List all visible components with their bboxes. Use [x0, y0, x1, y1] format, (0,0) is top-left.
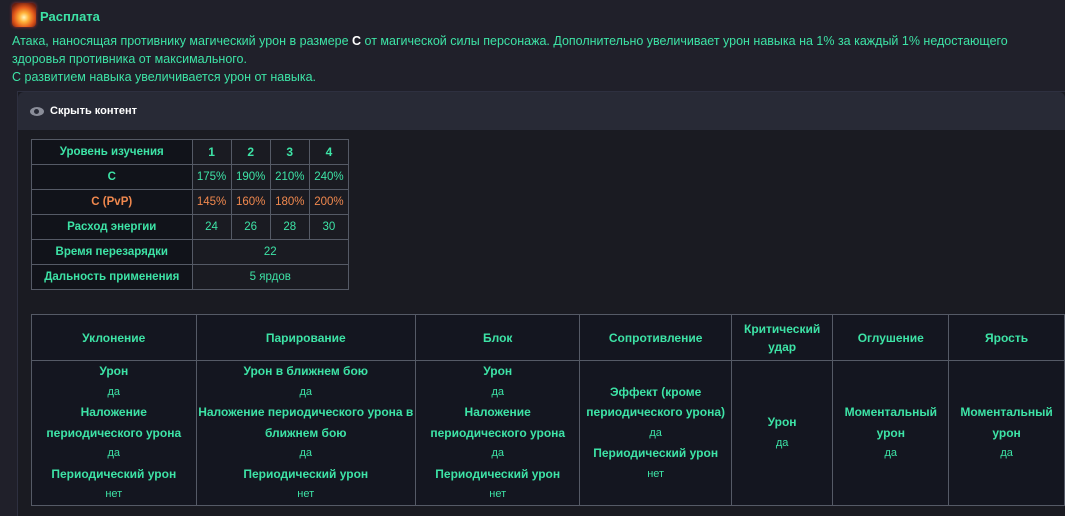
skill-title: Расплата [40, 8, 100, 24]
effect-header: Критический удар [730, 314, 834, 361]
skill-header: Расплата [12, 3, 100, 27]
effect-value: да [107, 385, 121, 398]
effect-cell: Моментальный урон да [948, 360, 1065, 506]
effect-label: Периодический урон [435, 466, 561, 481]
effect-value: да [775, 436, 789, 449]
effect-label: Эффект (кроме периодического урона) [586, 384, 726, 420]
effect-header: Парирование [195, 314, 416, 361]
content-spoiler: Скрыть контент Уровень изучения 1 2 3 4 … [17, 91, 1065, 516]
effect-cell: Урон да Наложение периодического урона д… [414, 360, 581, 506]
pvp-value: 145% [191, 189, 232, 215]
c-value: 210% [269, 164, 310, 190]
c-label: С [31, 164, 193, 190]
effect-value: нет [647, 467, 665, 480]
table-row: Уровень изучения 1 2 3 4 [31, 139, 350, 165]
effect-label: Периодический урон [51, 466, 177, 481]
effect-label: Урон [483, 364, 513, 378]
effect-label: Урон [99, 364, 129, 378]
table-row: Дальность применения 5 ярдов [31, 264, 349, 290]
effect-value: да [1000, 447, 1013, 459]
effect-header: Ярость [948, 314, 1065, 361]
level-cell: 1 [191, 139, 232, 165]
energy-label: Расход энергии [31, 214, 193, 240]
hide-content-toggle[interactable]: Скрыть контент [18, 92, 1065, 130]
level-cell: 4 [308, 139, 350, 165]
energy-value: 28 [269, 214, 310, 240]
effect-value: да [107, 447, 121, 459]
formula-var: С [352, 34, 362, 48]
c-value: 175% [191, 164, 232, 190]
skill-icon [12, 3, 36, 27]
effect-header: Блок [414, 314, 581, 361]
effect-value: да [299, 385, 313, 398]
level-header-label: Уровень изучения [31, 139, 193, 165]
effect-label: Моментальный урон [960, 405, 1053, 440]
cooldown-label: Время перезарядки [31, 239, 193, 265]
effect-header: Сопротивление [579, 314, 732, 361]
spoiler-label: Скрыть контент [50, 105, 138, 117]
level-cell: 2 [230, 139, 271, 165]
c-value: 190% [230, 164, 271, 190]
effect-label: Наложение периодического урона [46, 405, 182, 440]
effect-cell: Урон да Наложение периодического урона д… [31, 360, 197, 506]
skill-description: Атака, наносящая противнику магический у… [12, 32, 1057, 86]
table-row: Расход энергии 24 26 28 30 [31, 214, 350, 240]
pvp-value: 180% [269, 189, 310, 215]
table-row: С (PvP) 145% 160% 180% 200% [31, 189, 350, 215]
effect-value: нет [489, 488, 507, 500]
effect-label: Наложение периодического урона в ближнем… [198, 405, 414, 440]
effects-header-row: Уклонение Парирование Блок Сопротивление… [31, 314, 1065, 361]
level-cell: 3 [269, 139, 310, 165]
effect-label: Урон [767, 415, 797, 430]
effect-value: да [649, 426, 662, 439]
levels-table: Уровень изучения 1 2 3 4 С 175% 190% 210… [31, 139, 350, 290]
effect-value: да [884, 447, 898, 459]
range-value: 5 ярдов [191, 264, 349, 290]
effect-label: Урон в ближнем бою [243, 364, 369, 378]
pvp-value: 200% [308, 189, 350, 215]
table-row: С 175% 190% 210% 240% [31, 164, 350, 190]
effect-cell: Моментальный урон да [832, 360, 950, 506]
c-value: 240% [308, 164, 350, 190]
energy-value: 24 [191, 214, 232, 240]
effect-cell: Урон в ближнем бою да Наложение периодич… [195, 360, 416, 506]
cooldown-value: 22 [191, 239, 349, 265]
pvp-label: С (PvP) [31, 189, 193, 215]
table-row: Время перезарядки 22 [31, 239, 349, 265]
effect-value: да [491, 447, 504, 459]
description-line-2: С развитием навыка увеличивается урон от… [12, 70, 317, 84]
effect-label: Периодический урон [593, 446, 719, 460]
effect-header: Уклонение [31, 314, 197, 361]
effect-value: да [491, 385, 504, 398]
effect-value: да [299, 447, 313, 459]
effect-label: Периодический урон [243, 466, 369, 481]
pvp-value: 160% [230, 189, 271, 215]
effect-label: Моментальный урон [844, 405, 937, 440]
effects-table: Уклонение Парирование Блок Сопротивление… [31, 314, 1065, 506]
effect-label: Наложение периодического урона [430, 405, 566, 440]
description-line-1: Атака, наносящая противнику магический у… [12, 34, 1008, 66]
effect-header: Оглушение [832, 314, 950, 361]
range-label: Дальность применения [31, 264, 193, 290]
effect-value: нет [297, 488, 315, 500]
effects-body-row: Урон да Наложение периодического урона д… [31, 360, 1065, 506]
energy-value: 30 [308, 214, 350, 240]
energy-value: 26 [230, 214, 271, 240]
effect-value: нет [105, 488, 123, 500]
eye-icon [30, 106, 44, 116]
effect-cell: Урон да [730, 360, 834, 506]
effect-cell: Эффект (кроме периодического урона) да П… [579, 360, 732, 506]
